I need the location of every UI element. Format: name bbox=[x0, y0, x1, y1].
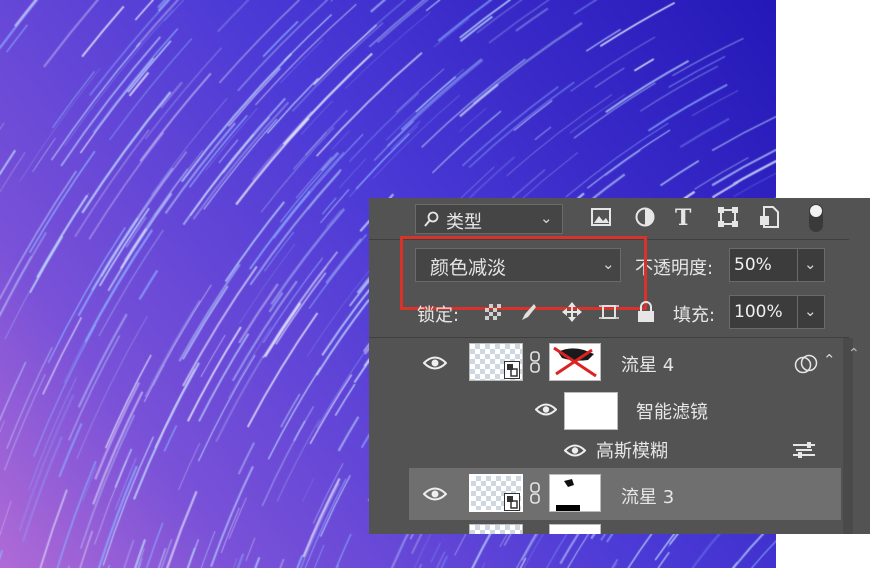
filter-row[interactable]: 高斯模糊 bbox=[461, 432, 841, 468]
filter-kind-label: 类型 bbox=[446, 212, 482, 233]
layer-thumbnail bbox=[469, 524, 523, 534]
fill-stepper-divider bbox=[797, 296, 798, 328]
fill-label: 填充: bbox=[673, 305, 716, 326]
chevron-down-icon: ⌄ bbox=[540, 209, 553, 227]
chevron-down-icon[interactable]: ⌄ bbox=[804, 255, 817, 273]
layer-row-partial[interactable] bbox=[409, 522, 841, 534]
layer-name: 流星 4 bbox=[621, 355, 675, 376]
chevron-up-icon[interactable]: ⌃ bbox=[823, 351, 836, 369]
layer-name: 流星 3 bbox=[621, 487, 675, 508]
lock-artboard-icon[interactable] bbox=[599, 302, 619, 326]
layers-panel: 类型 ⌄ T 颜色减淡 ⌄ 不透明度: 50% ⌄ 锁定: 填充: 100% ⌄… bbox=[369, 198, 870, 534]
link-chain-icon[interactable] bbox=[530, 351, 540, 377]
layer-mask-thumbnail bbox=[549, 343, 601, 381]
filter-toggle-switch[interactable] bbox=[809, 204, 823, 232]
lock-all-icon[interactable] bbox=[637, 301, 655, 327]
fill-value: 100% bbox=[734, 302, 783, 322]
lock-position-icon[interactable] bbox=[561, 301, 583, 327]
lock-image-icon[interactable] bbox=[517, 302, 537, 326]
opacity-stepper-divider bbox=[797, 249, 798, 281]
eye-icon[interactable] bbox=[535, 403, 557, 416]
blend-mode-highlight bbox=[400, 236, 647, 310]
smart-object-badge-icon bbox=[504, 493, 520, 511]
layer-mask-thumbnail bbox=[549, 524, 601, 534]
layer-row[interactable]: 流星 4 ⌃ bbox=[409, 338, 841, 388]
filter-options-icon[interactable] bbox=[793, 442, 815, 462]
layer-mask-thumbnail bbox=[549, 474, 601, 512]
eye-icon[interactable] bbox=[564, 444, 586, 457]
adjustment-filter-icon[interactable] bbox=[635, 207, 655, 231]
smart-object-filter-icon[interactable] bbox=[759, 206, 779, 232]
smart-filters-row[interactable]: 智能滤镜 bbox=[461, 388, 841, 432]
chevron-down-icon[interactable]: ⌄ bbox=[804, 302, 817, 320]
type-filter-icon[interactable]: T bbox=[675, 205, 691, 231]
lock-label: 锁定: bbox=[417, 305, 460, 326]
search-icon bbox=[424, 211, 440, 231]
smart-filter-mask-thumbnail bbox=[564, 392, 618, 430]
image-filter-icon[interactable] bbox=[591, 208, 611, 230]
opacity-value: 50% bbox=[734, 255, 772, 275]
filter-kind-dropdown[interactable]: 类型 ⌄ bbox=[415, 204, 563, 234]
smart-filters-label: 智能滤镜 bbox=[636, 402, 708, 423]
eye-icon[interactable] bbox=[423, 356, 447, 370]
layer-list: 流星 4 ⌃ 智能滤镜 高斯模糊 流星 3 bbox=[409, 338, 841, 534]
shape-filter-icon[interactable] bbox=[718, 207, 738, 231]
layer-row-selected[interactable]: 流星 3 bbox=[409, 468, 841, 520]
panel-scroll-up-icon[interactable]: ⌃ bbox=[848, 346, 860, 362]
layers-scrollbar[interactable] bbox=[843, 338, 853, 534]
smart-filter-visibility-icon[interactable] bbox=[794, 354, 818, 378]
filter-name: 高斯模糊 bbox=[596, 441, 668, 462]
smart-object-badge-icon bbox=[504, 361, 520, 379]
lock-transparent-icon[interactable] bbox=[485, 304, 501, 320]
opacity-input[interactable]: 50% ⌄ bbox=[729, 248, 825, 282]
eye-icon[interactable] bbox=[423, 487, 447, 501]
fill-input[interactable]: 100% ⌄ bbox=[729, 295, 825, 329]
link-chain-icon[interactable] bbox=[530, 482, 540, 508]
